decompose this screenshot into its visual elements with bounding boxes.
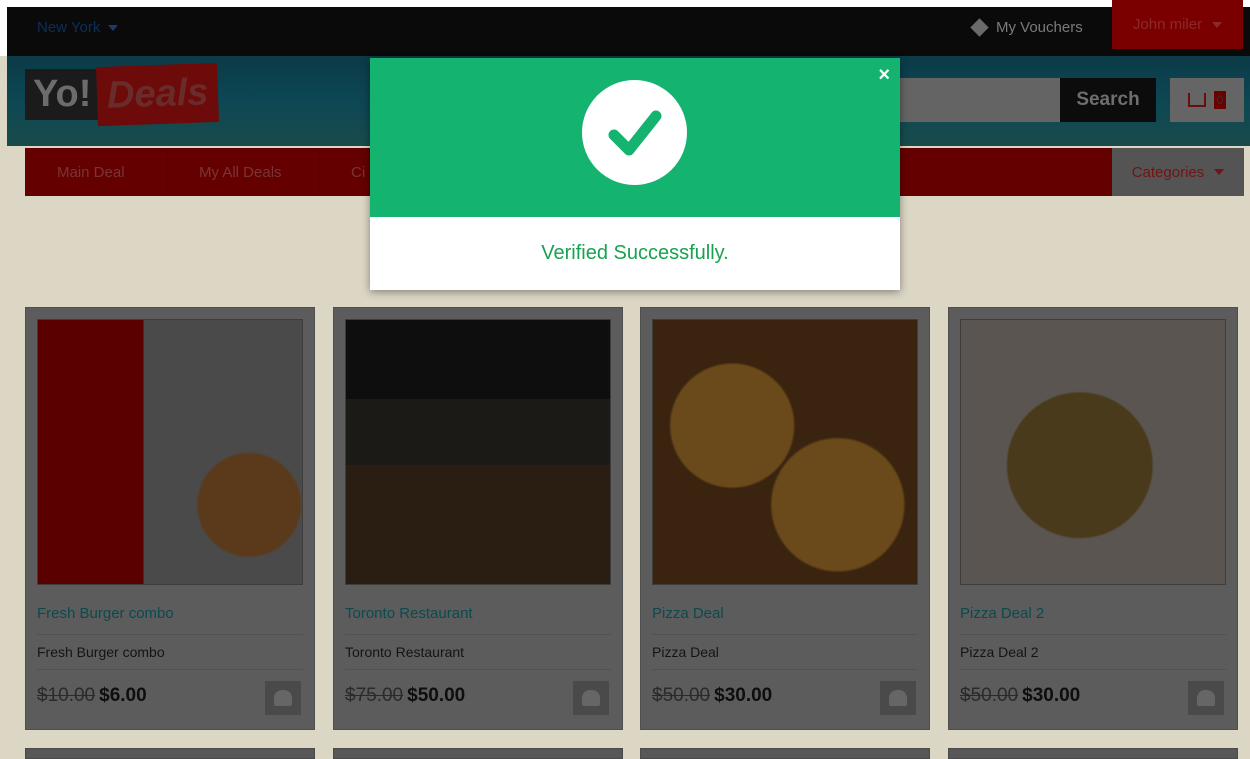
deal-title[interactable]: Pizza Deal [652,605,724,622]
nav-item-ci[interactable]: Ci [351,148,365,196]
chevron-down-icon [1214,169,1225,175]
deal-image[interactable] [37,319,303,585]
wishlist-button[interactable] [1188,681,1224,715]
check-circle-icon [582,80,687,185]
divider [652,634,918,635]
deal-title[interactable]: Pizza Deal 2 [960,605,1044,622]
old-price: $50.00 [652,685,711,706]
wishlist-button[interactable] [573,681,609,715]
deal-price: $50.00 $30.00 [652,685,772,707]
deal-card-partial [948,748,1238,759]
deal-subtitle: Pizza Deal [652,644,719,660]
deal-card[interactable]: Fresh Burger combo Fresh Burger combo $1… [25,307,315,730]
deal-title[interactable]: Fresh Burger combo [37,605,174,622]
old-price: $75.00 [345,685,404,706]
deal-card-partial [640,748,930,759]
deal-image[interactable] [345,319,611,585]
new-price: $50.00 [407,685,466,706]
cart-icon [1188,93,1206,107]
top-bar: New York My Vouchers [0,0,1250,56]
deal-card-partial [333,748,623,759]
cart-count-badge: 0 [1214,91,1226,109]
old-price: $10.00 [37,685,96,706]
modal-message: Verified Successfully. [541,242,729,264]
close-icon[interactable]: × [878,64,890,87]
new-price: $30.00 [714,685,773,706]
heart-icon [1197,690,1215,706]
nav-divider [167,148,168,196]
user-menu[interactable]: John miler [1112,0,1243,49]
city-label: New York [37,19,101,36]
divider [37,669,303,670]
deal-card[interactable]: Toronto Restaurant Toronto Restaurant $7… [333,307,623,730]
search-input[interactable] [898,78,1060,122]
divider [345,669,611,670]
categories-label: Categories [1131,163,1205,181]
deal-price: $50.00 $30.00 [960,685,1080,707]
success-modal: × Verified Successfully. [370,58,900,290]
search-button[interactable]: Search [1060,78,1156,122]
deal-price: $10.00 $6.00 [37,685,147,707]
divider [345,634,611,635]
chevron-down-icon [108,24,119,31]
heart-icon [582,690,600,706]
deal-price: $75.00 $50.00 [345,685,465,707]
old-price: $50.00 [960,685,1019,706]
divider [960,669,1226,670]
logo-yo: Yo! [25,68,100,120]
divider [960,634,1226,635]
deal-image[interactable] [960,319,1226,585]
city-selector[interactable]: New York [37,19,119,36]
deal-card-partial [25,748,315,759]
logo-deals: Deals [96,62,220,126]
my-vouchers-label: My Vouchers [996,19,1083,36]
my-vouchers-link[interactable]: My Vouchers [970,18,1083,37]
nav-divider [319,148,320,196]
wishlist-button[interactable] [880,681,916,715]
categories-dropdown[interactable]: Categories [1112,148,1244,196]
wishlist-button[interactable] [265,681,301,715]
modal-header: × [370,58,900,217]
deal-card[interactable]: Pizza Deal 2 Pizza Deal 2 $50.00 $30.00 [948,307,1238,730]
heart-icon [889,690,907,706]
chevron-down-icon [1212,21,1223,28]
tag-icon [970,18,989,37]
deal-subtitle: Pizza Deal 2 [960,644,1039,660]
nav-my-all-deals[interactable]: My All Deals [199,148,282,196]
user-name: John miler [1132,16,1203,33]
nav-main-deal[interactable]: Main Deal [57,148,125,196]
deal-subtitle: Fresh Burger combo [37,644,165,660]
divider [37,634,303,635]
deal-subtitle: Toronto Restaurant [345,644,465,660]
deal-card[interactable]: Pizza Deal Pizza Deal $50.00 $30.00 [640,307,930,730]
heart-icon [274,690,292,706]
new-price: $6.00 [99,685,147,706]
new-price: $30.00 [1022,685,1081,706]
deal-title[interactable]: Toronto Restaurant [345,605,473,622]
divider [652,669,918,670]
deal-image[interactable] [652,319,918,585]
logo[interactable]: Yo! Deals [25,62,220,126]
cart-button[interactable]: 0 [1170,78,1244,122]
